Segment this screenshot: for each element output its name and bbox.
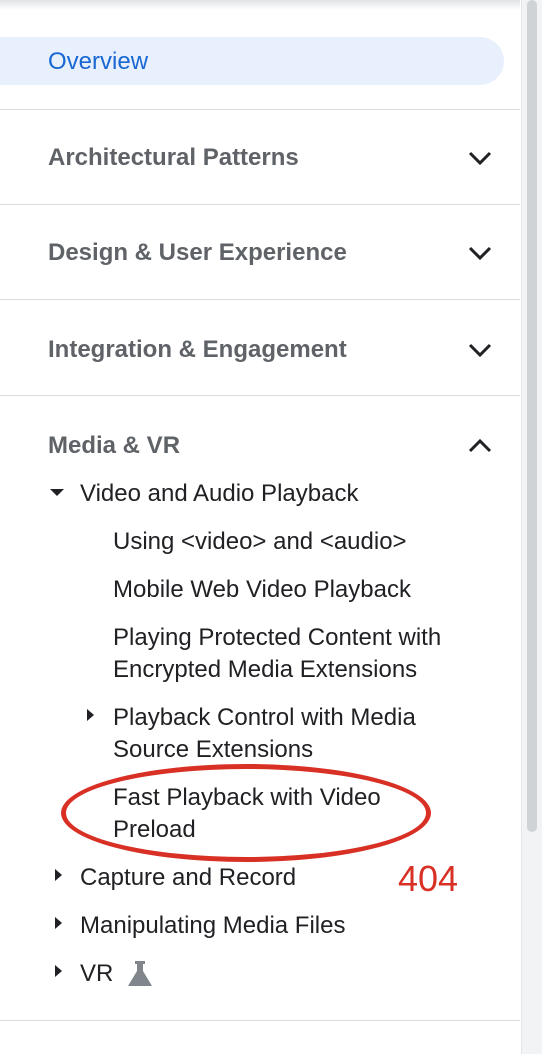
section-label: Design & User Experience bbox=[48, 239, 347, 266]
section-label: Integration & Engagement bbox=[48, 336, 347, 363]
divider bbox=[0, 1020, 520, 1021]
annotation-circle bbox=[61, 764, 431, 862]
nav-item-manipulating-media[interactable]: Manipulating Media Files bbox=[80, 910, 345, 942]
top-shadow bbox=[0, 0, 520, 10]
flask-icon bbox=[128, 961, 152, 986]
scrollbar-track[interactable] bbox=[521, 0, 542, 1054]
nav-item-label-line: Playing Protected Content with bbox=[113, 624, 442, 651]
chevron-down-icon[interactable] bbox=[466, 336, 494, 364]
caret-down-icon[interactable] bbox=[50, 489, 64, 496]
section-label: Architectural Patterns bbox=[48, 144, 299, 171]
nav-item-label-line: Encrypted Media Extensions bbox=[113, 656, 418, 683]
caret-right-icon[interactable] bbox=[55, 869, 62, 881]
annotation-404-label: 404 bbox=[398, 858, 459, 899]
chevron-down-icon[interactable] bbox=[466, 239, 494, 267]
caret-right-icon[interactable] bbox=[55, 965, 62, 977]
nav-item-vr[interactable]: VR bbox=[80, 958, 113, 990]
section-architectural-patterns[interactable]: Architectural Patterns bbox=[0, 110, 520, 205]
nav-item-capture-record[interactable]: Capture and Record bbox=[80, 862, 296, 894]
nav-item-video-audio-playback[interactable]: Video and Audio Playback bbox=[80, 478, 358, 510]
section-design-ux[interactable]: Design & User Experience bbox=[0, 205, 520, 300]
nav-item-label-line: Source Extensions bbox=[113, 736, 314, 763]
nav-item-using-video-audio[interactable]: Using <video> and <audio> bbox=[113, 526, 407, 558]
scrollbar-thumb[interactable] bbox=[527, 0, 537, 832]
caret-right-icon[interactable] bbox=[55, 917, 62, 929]
nav-item-mobile-web-video[interactable]: Mobile Web Video Playback bbox=[113, 574, 411, 606]
section-integration-engagement[interactable]: Integration & Engagement bbox=[0, 302, 520, 397]
nav-item-label-line: Playback Control with Media bbox=[113, 704, 416, 731]
divider bbox=[0, 299, 520, 300]
nav-item-overview-label: Overview bbox=[48, 48, 149, 75]
nav-item-overview[interactable]: Overview bbox=[0, 37, 504, 85]
caret-right-icon[interactable] bbox=[87, 709, 94, 721]
chevron-up-icon[interactable] bbox=[466, 432, 494, 460]
divider bbox=[0, 395, 520, 396]
chevron-down-icon[interactable] bbox=[466, 144, 494, 172]
